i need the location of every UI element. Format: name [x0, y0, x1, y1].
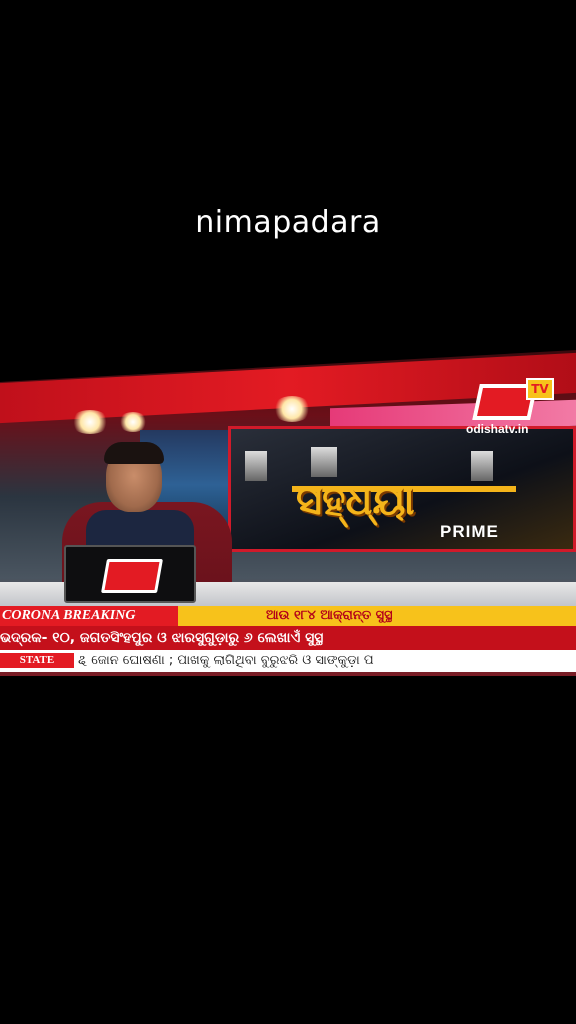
video-caption: nimapadara — [195, 205, 381, 240]
channel-website: odishatv.in — [466, 422, 529, 436]
studio-light — [118, 412, 148, 432]
state-ticker: STATE ୡ ଜୋନ ଘୋଷଣା ; ପାଖକୁ ଲାଗିଥିବା ବୁରୁଝ… — [0, 650, 576, 672]
headline-ticker: ଭଦ୍ରକ- ୧୦, ଜଗତସିଂହପୁର ଓ ଝାରସୁଗୁଡ଼ାରୁ ୬ ଲ… — [0, 626, 576, 650]
show-subtitle: PRIME — [440, 522, 499, 541]
breaking-ticker: CORONA BREAKING ଆଉ ୧୮୪ ଆକ୍ରାନ୍ତ ସୁସ୍ଥ — [0, 606, 576, 626]
studio-background: ସହ୍ଧ୍ୟା PRIME TV odishatv.in CORONA BREA… — [0, 350, 576, 676]
otv-logo: TV — [472, 378, 554, 422]
tv-screen: ସହ୍ଧ୍ୟା PRIME TV odishatv.in CORONA BREA… — [0, 350, 576, 676]
lamp-graphic — [311, 447, 337, 477]
breaking-headline: ଆଉ ୧୮୪ ଆକ୍ରାନ୍ତ ସୁସ୍ଥ — [266, 608, 393, 623]
state-ticker-text: ୡ ଜୋନ ଘୋଷଣା ; ପାଖକୁ ଲାଗିଥିବା ବୁରୁଝରି ଓ ସ… — [78, 653, 374, 668]
studio-light — [272, 396, 312, 422]
studio-light — [70, 410, 110, 434]
breaking-label: CORONA BREAKING — [0, 606, 178, 626]
laptop-logo-icon — [101, 559, 163, 593]
otv-logo-badge: TV — [526, 378, 554, 400]
lamp-graphic — [471, 451, 493, 481]
show-title: ସହ୍ଧ୍ୟା — [296, 478, 415, 524]
lamp-graphic — [245, 451, 267, 481]
laptop — [64, 545, 196, 603]
state-label: STATE — [0, 653, 74, 668]
anchor-hair — [104, 442, 164, 464]
